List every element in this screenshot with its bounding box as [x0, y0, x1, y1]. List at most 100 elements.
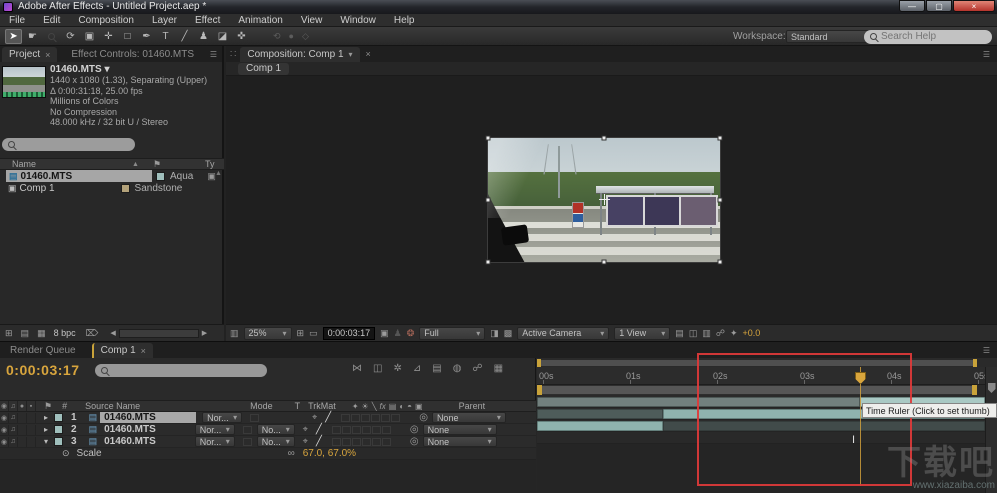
close-button[interactable]: × — [953, 0, 995, 12]
link-dimensions-icon[interactable]: ∞ — [288, 448, 295, 459]
brainstorm-icon[interactable]: ☍ — [472, 363, 482, 374]
in-out-icon[interactable]: ⌖ — [303, 424, 308, 435]
column-source-name[interactable]: Source Name — [85, 401, 140, 411]
panel-menu-icon[interactable]: ☰ — [983, 50, 991, 59]
tab-timeline-comp1[interactable]: Comp 1 × — [91, 343, 153, 358]
live-update-icon[interactable]: ◫ — [373, 363, 382, 374]
selection-handle[interactable] — [717, 259, 723, 265]
lock-cell[interactable] — [27, 424, 36, 435]
zoom-tool[interactable] — [43, 29, 60, 44]
viewer-timecode[interactable]: 0:00:03:17 — [322, 326, 376, 340]
motion-blur-icon[interactable]: ◍ — [453, 363, 462, 374]
column-type[interactable]: Ty — [205, 159, 215, 169]
switch-cell[interactable] — [341, 437, 351, 446]
property-row-scale[interactable]: ⊙ Scale ∞ 67.0, 67.0% — [0, 448, 536, 460]
t-switch-cell[interactable] — [242, 437, 252, 446]
solo-cell[interactable] — [18, 424, 27, 435]
column-mode[interactable]: Mode — [250, 401, 273, 411]
t-switch-cell[interactable] — [242, 425, 252, 434]
column-number[interactable]: # — [62, 401, 67, 411]
eye-icon[interactable]: ◉ — [0, 436, 9, 447]
text-tool[interactable]: T — [157, 29, 174, 44]
blend-mode-dropdown[interactable]: Nor... ▾ — [194, 436, 235, 447]
label-column-icon[interactable]: ⚑ — [153, 159, 161, 170]
pen-tool[interactable]: ✒ — [138, 29, 155, 44]
exposure-value[interactable]: +0.0 — [743, 328, 761, 338]
selection-handle[interactable] — [717, 197, 723, 203]
navigator-start-handle[interactable] — [537, 359, 541, 367]
switch-cell[interactable] — [341, 413, 351, 422]
flowchart-icon[interactable]: ▥ — [702, 328, 711, 339]
hand-tool[interactable]: ☛ — [24, 29, 41, 44]
switch-cell[interactable] — [381, 437, 391, 446]
layer-row-3[interactable]: ◉ ♫ ▾ 3 ▤ 01460.MTS Nor... ▾ No... ▾ ⌖ ╱… — [0, 436, 536, 448]
lock-cell[interactable] — [27, 412, 36, 423]
grid-guides-icon[interactable]: ⊞ — [297, 328, 305, 339]
lock-cell[interactable] — [27, 436, 36, 447]
pick-whip-icon[interactable]: ◎ — [410, 424, 419, 435]
comp-marker-bin-icon[interactable] — [987, 383, 996, 393]
twirl-icon[interactable]: ▸ — [44, 425, 48, 434]
parent-dropdown[interactable]: None ▾ — [422, 424, 497, 435]
column-parent[interactable]: Parent — [459, 401, 486, 411]
camera-tool[interactable]: ▣ — [81, 29, 98, 44]
switch-cell[interactable] — [381, 413, 391, 422]
audio-icon[interactable]: ♫ — [9, 436, 18, 447]
eye-icon[interactable]: ◉ — [0, 412, 9, 423]
help-search-box[interactable] — [864, 29, 992, 44]
blend-mode-dropdown[interactable]: Nor... ▾ — [194, 424, 235, 435]
eye-icon[interactable]: ◉ — [0, 424, 9, 435]
panel-menu-icon[interactable]: ☰ — [210, 50, 218, 59]
switch-cell[interactable] — [371, 413, 381, 422]
quality-switch-icon[interactable]: ╱ — [316, 424, 322, 435]
tab-close-icon[interactable]: × — [45, 50, 50, 60]
twirl-icon-expanded[interactable]: ▾ — [44, 437, 48, 446]
new-folder-icon[interactable]: ▤ — [21, 328, 30, 339]
layer-row-1[interactable]: ◉ ♫ ▸ 1 ▤ 01460.MTS Nor... ▾ ⌖ ╱ ◎ None … — [0, 412, 536, 424]
t-switch-cell[interactable] — [250, 413, 260, 422]
trkmat-dropdown[interactable]: No... ▾ — [256, 436, 295, 447]
layer-name-label[interactable]: 01460.MTS — [104, 436, 156, 447]
draft-3d-icon[interactable]: ✲ — [393, 363, 401, 374]
layer-label-swatch[interactable] — [54, 425, 64, 434]
video-frame[interactable] — [487, 137, 721, 263]
menu-composition[interactable]: Composition — [69, 15, 143, 26]
switch-cell[interactable] — [351, 413, 361, 422]
tab-effect-controls[interactable]: Effect Controls: 01460.MTS — [71, 49, 194, 60]
project-search-box[interactable] — [2, 138, 135, 151]
scroll-left-icon[interactable]: ◀ — [110, 329, 115, 337]
layer-row-2[interactable]: ◉ ♫ ▸ 2 ▤ 01460.MTS Nor... ▾ No... ▾ ⌖ ╱… — [0, 424, 536, 436]
project-row-comp[interactable]: ▣ Comp 1 Sandstone — [0, 182, 224, 194]
menu-view[interactable]: View — [292, 15, 332, 26]
column-t[interactable]: T — [295, 401, 301, 411]
in-out-icon[interactable]: ⌖ — [303, 436, 308, 447]
pan-behind-tool[interactable]: ✛ — [100, 29, 117, 44]
menu-window[interactable]: Window — [331, 15, 385, 26]
scroll-up-icon[interactable]: ▲ — [215, 170, 222, 177]
solo-icon[interactable]: ● — [18, 401, 27, 411]
pick-whip-icon[interactable]: ◎ — [410, 436, 419, 447]
menu-animation[interactable]: Animation — [229, 15, 291, 26]
tab-close-icon[interactable]: × — [366, 49, 371, 59]
horizontal-scrollbar[interactable] — [118, 328, 199, 338]
selection-handle[interactable] — [601, 259, 607, 265]
solo-cell[interactable] — [18, 436, 27, 447]
view-layout-dropdown[interactable]: 1 View ▾ — [614, 326, 671, 340]
transparency-grid-icon[interactable]: ▩ — [504, 328, 513, 339]
pixel-aspect-icon[interactable]: ▤ — [675, 328, 684, 339]
scale-value[interactable]: 67.0, 67.0% — [303, 448, 356, 459]
scroll-right-icon[interactable]: ▶ — [202, 329, 207, 337]
resolution-dropdown[interactable]: Full ▾ — [419, 326, 486, 340]
column-name[interactable]: Name — [12, 159, 36, 169]
quality-switch-icon[interactable]: ╱ — [316, 436, 322, 447]
current-time-display[interactable]: 0:00:03:17 — [6, 362, 80, 378]
panel-menu-icon[interactable]: ☰ — [983, 346, 991, 355]
switch-cell[interactable] — [361, 413, 371, 422]
target-region-icon[interactable]: ◨ — [490, 328, 499, 339]
lock-icon[interactable]: ▪ — [27, 401, 36, 411]
selection-tool[interactable]: ➤ — [5, 28, 22, 44]
trkmat-dropdown[interactable]: No... ▾ — [256, 424, 295, 435]
column-trkmat[interactable]: TrkMat — [308, 401, 336, 411]
menu-layer[interactable]: Layer — [143, 15, 186, 26]
selection-handle[interactable] — [485, 135, 491, 141]
